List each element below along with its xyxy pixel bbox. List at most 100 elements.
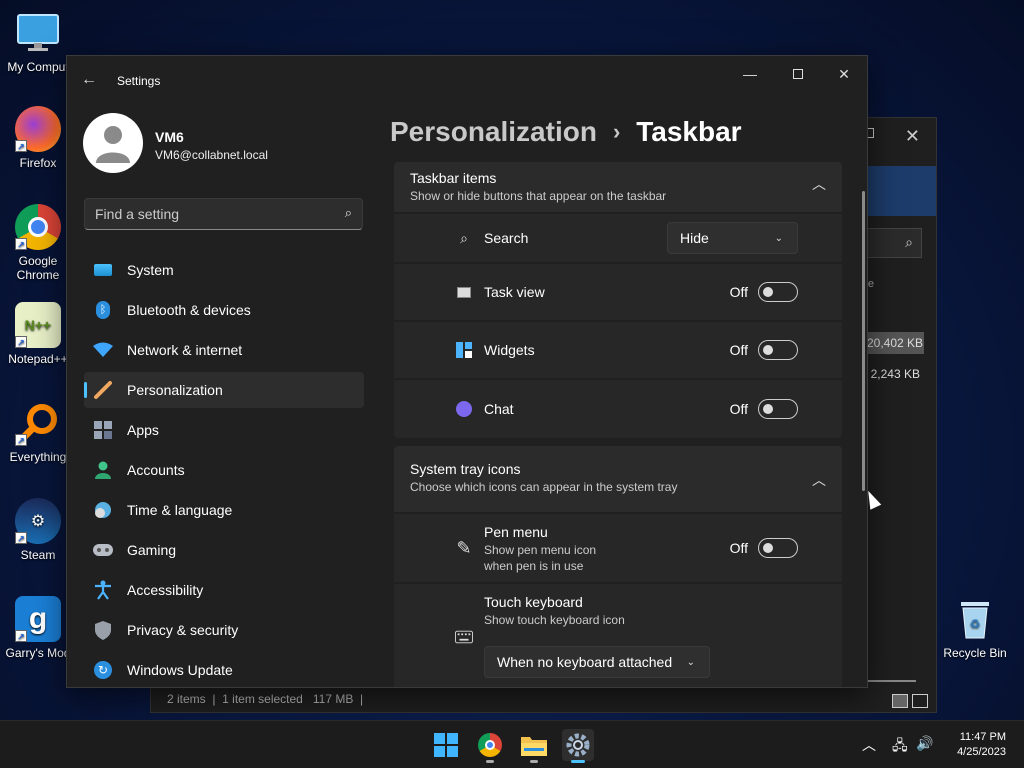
shortcut-arrow-icon: ↗: [15, 140, 27, 152]
person-icon: [96, 126, 130, 163]
chrome-icon: ↗: [15, 204, 61, 250]
shortcut-arrow-icon: ↗: [15, 238, 27, 250]
chrome-icon[interactable]: [474, 729, 506, 763]
explorer-header-area: [866, 166, 936, 216]
toggle-state: Off: [729, 540, 748, 556]
scrollbar-horizontal[interactable]: [866, 680, 916, 682]
setting-row-task-view: Task view Off: [394, 264, 842, 320]
desktop-icon-recycle-bin[interactable]: ♻ Recycle Bin: [937, 596, 1013, 660]
sidebar-item-network[interactable]: Network & internet: [84, 332, 364, 368]
desktop-icon-notepad-plus-plus[interactable]: N++ ↗ Notepad++: [0, 302, 76, 366]
toggle-group: Off: [730, 340, 798, 360]
section-title: Taskbar items: [410, 170, 497, 186]
pen-icon: ✎: [456, 537, 472, 558]
search-input[interactable]: [95, 205, 325, 223]
desktop-icon-garrys-mod[interactable]: g ↗ Garry's Mod: [0, 596, 76, 660]
desktop-icon-steam[interactable]: ⚙ ↗ Steam: [0, 498, 76, 562]
sidebar-item-time-language[interactable]: Time & language: [84, 492, 364, 528]
clock-globe-icon: [93, 500, 113, 520]
back-arrow-icon[interactable]: ←: [81, 70, 101, 90]
chat-toggle[interactable]: [758, 399, 798, 419]
sidebar-item-label: Personalization: [127, 382, 223, 398]
settings-content: Taskbar items Show or hide buttons that …: [394, 162, 842, 687]
svg-text:♻: ♻: [970, 617, 981, 631]
sidebar-item-label: Time & language: [127, 502, 233, 518]
volume-icon[interactable]: 🔊: [916, 735, 933, 752]
sidebar-item-label: Windows Update: [127, 662, 233, 678]
avatar[interactable]: [83, 113, 143, 173]
search-icon: ⌕: [905, 234, 913, 250]
touch-keyboard-dropdown[interactable]: When no keyboard attached ⌄: [484, 646, 710, 678]
network-icon[interactable]: 🖧: [892, 735, 908, 759]
file-explorer-icon[interactable]: [518, 729, 550, 763]
title-bar[interactable]: ← Settings — ✕: [67, 56, 867, 104]
sidebar-item-bluetooth[interactable]: ᛒ Bluetooth & devices: [84, 292, 364, 328]
clock[interactable]: 11:47 PM 4/25/2023: [957, 730, 1006, 760]
desktop-icon-firefox[interactable]: ↗ Firefox: [0, 106, 76, 170]
sidebar-item-personalization[interactable]: Personalization: [84, 372, 364, 408]
settings-icon[interactable]: [562, 729, 594, 763]
sidebar-item-accounts[interactable]: Accounts: [84, 452, 364, 488]
taskbar-items-header[interactable]: Taskbar items Show or hide buttons that …: [394, 162, 842, 212]
explorer-search-box[interactable]: ⌕: [864, 228, 922, 258]
find-setting-box[interactable]: ⌕: [84, 198, 363, 230]
desktop-icon-my-computer[interactable]: My Comput: [0, 10, 76, 74]
status-selection: 1 item selected: [222, 692, 303, 706]
setting-label: Task view: [484, 284, 545, 300]
shortcut-arrow-icon: ↗: [15, 630, 27, 642]
sidebar-item-label: System: [127, 262, 174, 278]
everything-search-icon: ↗: [15, 400, 61, 446]
steam-icon: ⚙ ↗: [15, 498, 61, 544]
setting-description: Show pen menu icon: [484, 543, 597, 557]
notepad-plus-plus-icon: N++ ↗: [15, 302, 61, 348]
running-indicator: [530, 760, 538, 763]
chevron-up-icon[interactable]: ︿: [812, 470, 826, 490]
chat-icon: [455, 400, 473, 418]
desktop-icon-everything[interactable]: ↗ Everything: [0, 400, 76, 464]
view-toggle[interactable]: [892, 694, 928, 708]
desktop-icon-label: Everything: [9, 450, 67, 464]
sidebar-item-accessibility[interactable]: Accessibility: [84, 572, 364, 608]
sidebar-item-apps[interactable]: Apps: [84, 412, 364, 448]
dropdown-value: Hide: [680, 230, 709, 246]
status-item-count: 2 items: [167, 692, 206, 706]
scrollbar[interactable]: [862, 191, 865, 491]
close-icon[interactable]: ✕: [827, 64, 861, 84]
setting-label: Chat: [484, 401, 514, 417]
section-title: System tray icons: [410, 461, 521, 477]
page-title: Taskbar: [636, 116, 742, 147]
shortcut-arrow-icon: ↗: [15, 336, 27, 348]
chevron-down-icon: ⌄: [774, 232, 783, 244]
sidebar-item-system[interactable]: System: [84, 252, 364, 288]
system-tray-header[interactable]: System tray icons Choose which icons can…: [394, 446, 842, 512]
minimize-icon[interactable]: —: [733, 64, 767, 84]
tiles-view-icon[interactable]: [912, 694, 928, 708]
search-visibility-dropdown[interactable]: Hide ⌄: [667, 222, 798, 254]
toggle-group: Off: [730, 399, 798, 419]
accessibility-icon: [93, 580, 113, 600]
sidebar-item-label: Privacy & security: [127, 622, 239, 638]
chevron-up-icon[interactable]: ︿: [812, 174, 826, 194]
breadcrumb-parent[interactable]: Personalization: [390, 116, 597, 148]
taskbar: ︿ 🖧 🔊 11:47 PM 4/25/2023: [0, 720, 1024, 768]
sidebar-item-privacy-security[interactable]: Privacy & security: [84, 612, 364, 648]
task-view-toggle[interactable]: [758, 282, 798, 302]
details-view-icon[interactable]: [892, 694, 908, 708]
sidebar-nav: System ᛒ Bluetooth & devices Network & i…: [84, 252, 364, 687]
close-icon[interactable]: ✕: [905, 126, 920, 147]
start-icon[interactable]: [430, 729, 462, 761]
settings-window[interactable]: ← Settings — ✕ VM6 VM6@collabnet.local ⌕…: [66, 55, 868, 688]
desktop-icon-label: My Comput: [7, 60, 69, 74]
widgets-toggle[interactable]: [758, 340, 798, 360]
pen-menu-toggle[interactable]: [758, 538, 798, 558]
chevron-up-icon[interactable]: ︿: [862, 735, 876, 755]
desktop-icon-chrome[interactable]: ↗ Google Chrome: [0, 204, 76, 282]
search-icon[interactable]: ⌕: [345, 205, 352, 221]
sidebar-item-windows-update[interactable]: ↻ Windows Update: [84, 652, 364, 687]
sidebar-item-label: Network & internet: [127, 342, 243, 358]
maximize-icon[interactable]: [781, 64, 815, 84]
running-indicator: [571, 760, 585, 763]
column-header-fragment[interactable]: e: [868, 278, 874, 290]
clock-time: 11:47 PM: [959, 731, 1006, 743]
sidebar-item-gaming[interactable]: Gaming: [84, 532, 364, 568]
